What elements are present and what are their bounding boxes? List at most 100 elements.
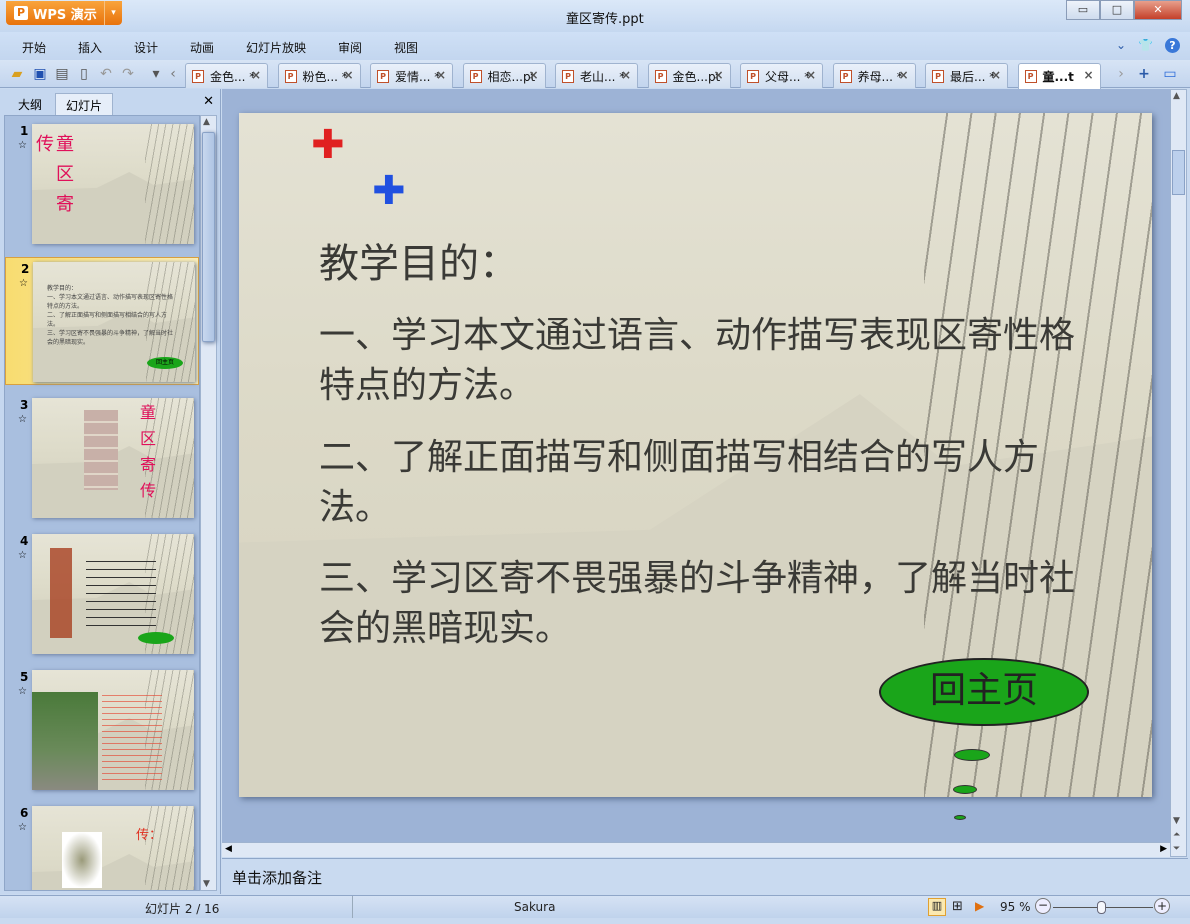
- doc-tab[interactable]: P 相恋...pt ×: [462, 63, 546, 88]
- close-button[interactable]: ✕: [1134, 0, 1182, 20]
- thumbnail-scrollbar[interactable]: ▲ ▼: [200, 115, 217, 891]
- doc-tab[interactable]: P 最后... * ×: [925, 63, 1008, 88]
- undo-icon[interactable]: ↶: [98, 66, 114, 82]
- menu-design[interactable]: 设计: [134, 39, 158, 56]
- doc-tab[interactable]: P 养母... * ×: [832, 63, 916, 88]
- panel-close-icon[interactable]: ✕: [203, 94, 214, 109]
- zoom-slider[interactable]: [1053, 901, 1153, 914]
- sparkle-blue-icon: ✚: [372, 168, 406, 214]
- menu-review[interactable]: 审阅: [338, 39, 362, 56]
- tabs-scroll-right-icon[interactable]: ›: [1113, 66, 1129, 82]
- current-slide[interactable]: ✚ ✚ 教学目的： 一、学习本文通过语言、动作描写表现区寄性格特点的方法。 二、…: [239, 113, 1152, 797]
- open-folder-icon[interactable]: ▰: [9, 66, 25, 82]
- doc-tab[interactable]: P 金色... * ×: [185, 63, 268, 88]
- scroll-left-icon[interactable]: ◀: [225, 844, 232, 854]
- print-icon[interactable]: ▤: [54, 66, 70, 82]
- thumb-title-char: 传: [36, 134, 54, 155]
- slide-title[interactable]: 教学目的：: [319, 231, 519, 289]
- menu-view[interactable]: 视图: [394, 39, 418, 56]
- scroll-thumb[interactable]: [1172, 150, 1185, 195]
- slide-point-3[interactable]: 三、学习区寄不畏强暴的斗争精神，了解当时社会的黑暗现实。: [319, 554, 1109, 654]
- help-icon[interactable]: ?: [1165, 38, 1180, 53]
- doc-tab[interactable]: P 老山... * ×: [555, 63, 638, 88]
- scroll-up-icon[interactable]: ▲: [1173, 91, 1180, 101]
- scroll-down-icon[interactable]: ▼: [203, 879, 210, 889]
- slide-vertical-scrollbar[interactable]: ▲ ▼ ⏶ ⏷: [1170, 89, 1187, 857]
- tab-close-icon[interactable]: ×: [806, 68, 816, 82]
- zoom-in-button[interactable]: +: [1154, 898, 1170, 914]
- doc-tab[interactable]: P 父母... * ×: [740, 63, 823, 88]
- new-tab-plus-icon[interactable]: +: [1136, 66, 1152, 82]
- zoom-out-button[interactable]: −: [1035, 898, 1051, 914]
- tab-close-icon[interactable]: ×: [713, 68, 723, 82]
- slide-point-2[interactable]: 二、了解正面描写和侧面描写相结合的写人方法。: [319, 433, 1109, 533]
- thumb-text: 教学目的： 一、学习本文通过语言、动作描写表现区寄性格特点的方法。 二、了解正面描写…: [47, 284, 177, 347]
- tab-outline[interactable]: 大纲: [8, 93, 52, 115]
- tab-close-icon[interactable]: ×: [251, 68, 261, 82]
- window-list-icon[interactable]: ▭: [1162, 66, 1178, 82]
- cloud-bubble: [953, 785, 977, 794]
- redo-icon[interactable]: ↷: [120, 66, 136, 82]
- ppt-file-icon: P: [192, 70, 204, 83]
- menu-insert[interactable]: 插入: [78, 39, 102, 56]
- tab-close-icon[interactable]: ×: [343, 68, 353, 82]
- slideshow-icon[interactable]: ▶: [975, 899, 984, 913]
- skin-shirt-icon[interactable]: 👕: [1138, 38, 1153, 53]
- tab-close-icon[interactable]: ×: [436, 68, 446, 82]
- thumbnail-2[interactable]: 2 ☆ 教学目的： 一、学习本文通过语言、动作描写表现区寄性格特点的方法。 二、了解正…: [5, 257, 199, 385]
- menu-home[interactable]: 开始: [22, 39, 46, 56]
- minimize-button[interactable]: ▭: [1066, 0, 1100, 20]
- save-icon[interactable]: ▣: [32, 66, 48, 82]
- wps-app-menu-button[interactable]: P WPS 演示 ▾: [6, 1, 122, 25]
- normal-view-icon[interactable]: ▥: [928, 898, 946, 916]
- menu-animation[interactable]: 动画: [190, 39, 214, 56]
- doc-tab[interactable]: P 粉色... * ×: [277, 63, 361, 88]
- tab-close-icon[interactable]: ×: [898, 68, 908, 82]
- ppt-file-icon: P: [469, 70, 482, 83]
- animation-star-icon: ☆: [19, 278, 28, 289]
- sparkle-red-icon: ✚: [311, 122, 345, 168]
- print-preview-icon[interactable]: ▯: [76, 66, 92, 82]
- doc-tab[interactable]: P 童...t ×: [1017, 63, 1101, 89]
- slide-counter: 幻灯片 2 / 16: [145, 902, 220, 916]
- scroll-up-icon[interactable]: ▲: [203, 117, 210, 127]
- menu-bar: 开始 插入 设计 动画 幻灯片放映 审阅 视图 ⌄ 👕?: [0, 32, 1190, 60]
- slide-sorter-icon[interactable]: ⊞: [952, 899, 963, 914]
- home-button[interactable]: 回主页: [879, 658, 1089, 726]
- thumb-title-char: 区: [140, 429, 157, 448]
- customize-dropdown-icon[interactable]: ▾: [148, 66, 164, 82]
- zoom-slider-handle[interactable]: [1096, 901, 1106, 914]
- thumb-title-char: 传: [140, 481, 157, 500]
- next-slide-icon[interactable]: ⏷: [1173, 844, 1180, 854]
- thumbnail-4[interactable]: 4 ☆: [5, 530, 199, 658]
- thumbnail-5[interactable]: 5 ☆: [5, 666, 199, 794]
- thumbnail-6[interactable]: 6 ☆ 传：: [5, 802, 199, 890]
- collapse-ribbon-icon[interactable]: ⌄: [1116, 38, 1126, 53]
- slide-horizontal-scrollbar[interactable]: ◀ ▶: [222, 842, 1170, 857]
- chevron-down-icon[interactable]: ▾: [104, 1, 122, 25]
- doc-tab[interactable]: P 金色...pt ×: [647, 63, 731, 88]
- tab-close-icon[interactable]: ×: [1083, 68, 1093, 82]
- scroll-right-icon[interactable]: ▶: [1160, 844, 1167, 854]
- slide-point-1[interactable]: 一、学习本文通过语言、动作描写表现区寄性格特点的方法。: [319, 311, 1109, 411]
- notes-pane[interactable]: 单击添加备注: [222, 858, 1188, 894]
- tab-close-icon[interactable]: ×: [991, 68, 1001, 82]
- scroll-thumb[interactable]: [202, 132, 215, 342]
- tab-close-icon[interactable]: ×: [621, 68, 631, 82]
- thumbnail-1[interactable]: 1 ☆ 传 童区寄: [5, 120, 199, 248]
- thumb-title-char: 童: [56, 134, 74, 155]
- tabs-scroll-left-icon[interactable]: ‹: [165, 66, 181, 82]
- tab-slides[interactable]: 幻灯片: [55, 93, 114, 115]
- tab-close-icon[interactable]: ×: [528, 68, 538, 82]
- maximize-button[interactable]: □: [1100, 0, 1134, 20]
- previous-slide-icon[interactable]: ⏶: [1173, 830, 1180, 840]
- animation-star-icon: ☆: [18, 414, 27, 425]
- doc-tab-label: 金色... *: [210, 70, 256, 84]
- scroll-down-icon[interactable]: ▼: [1173, 816, 1180, 826]
- menu-slideshow[interactable]: 幻灯片放映: [246, 39, 306, 56]
- ppt-file-icon: P: [1024, 70, 1037, 83]
- ppt-file-icon: P: [747, 70, 759, 83]
- doc-tab-label: 最后... *: [950, 70, 996, 84]
- doc-tab[interactable]: P 爱情... * ×: [370, 63, 453, 88]
- thumbnail-3[interactable]: 3 ☆ 童区寄传: [5, 394, 199, 522]
